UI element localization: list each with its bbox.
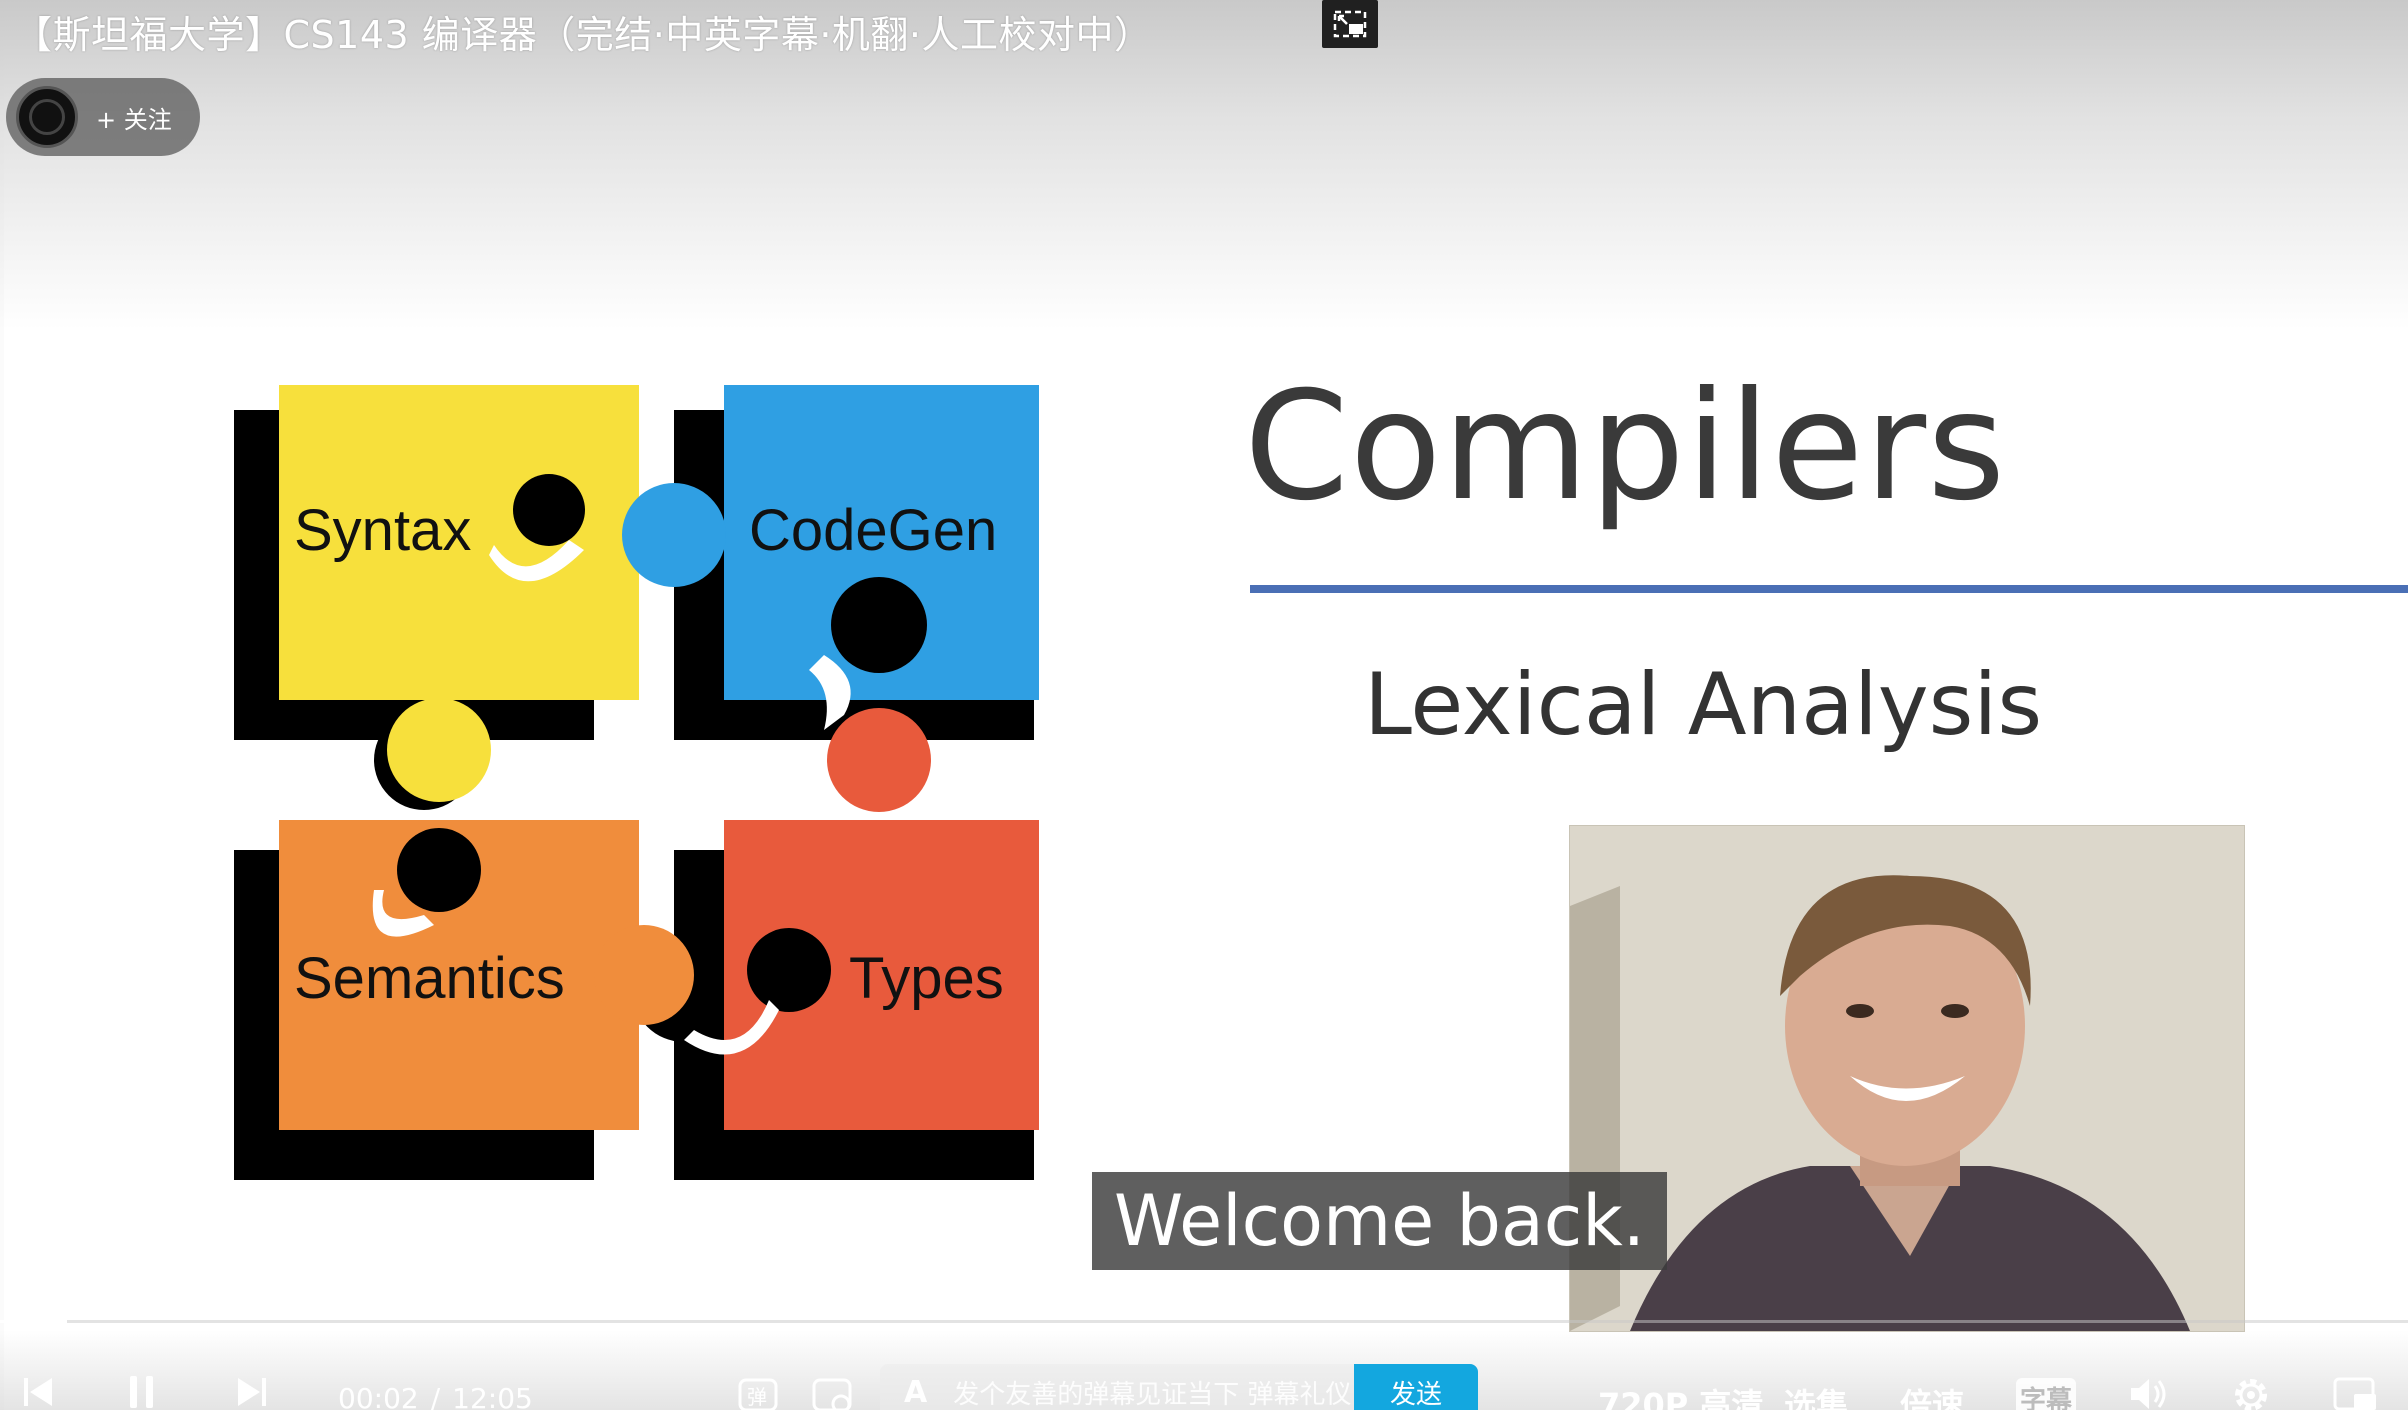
current-time: 00:02 <box>338 1382 419 1410</box>
types-label: Types <box>849 946 1004 1011</box>
danmaku-toggle-button[interactable]: 弹 <box>736 1372 780 1410</box>
episodes-button[interactable]: 选集 <box>1784 1380 1848 1410</box>
svg-text:弹: 弹 <box>747 1385 767 1409</box>
danmaku-input[interactable]: A 发个友善的弹幕见证当下 弹幕礼仪 > <box>880 1364 1382 1410</box>
danmaku-send-button[interactable]: 发送 <box>1354 1364 1478 1410</box>
danmaku-style-icon[interactable]: A <box>904 1375 927 1410</box>
pip-button[interactable] <box>2330 1372 2380 1410</box>
volume-icon <box>2131 1379 2166 1409</box>
speed-button[interactable]: 倍速 <box>1900 1380 1964 1410</box>
time-display: 00:02 / 12:05 <box>338 1382 533 1410</box>
presenter-image <box>1570 826 2244 1331</box>
video-player[interactable]: Syntax CodeGen Semantics Types Compilers… <box>0 0 2408 1410</box>
total-time: 12:05 <box>452 1382 533 1410</box>
video-title: 【斯坦福大学】CS143 编译器（完结·中英字幕·机翻·人工校对中） <box>14 13 1153 57</box>
semantics-label: Semantics <box>294 946 565 1011</box>
follow-label: + 关注 <box>96 105 172 134</box>
quality-button[interactable]: 720P 高清 <box>1598 1380 1763 1410</box>
time-separator: / <box>430 1382 441 1410</box>
progress-fill <box>0 1320 68 1323</box>
syntax-label: Syntax <box>294 498 471 563</box>
webcam-video <box>1569 825 2245 1332</box>
pause-button[interactable] <box>122 1372 162 1410</box>
danmaku-settings-button[interactable] <box>810 1372 854 1410</box>
slide-subheading: Lexical Analysis <box>1364 655 2043 755</box>
danmaku-placeholder: 发个友善的弹幕见证当下 弹幕礼仪 > <box>953 1379 1382 1410</box>
volume-button[interactable] <box>2126 1372 2172 1410</box>
picture-in-picture-icon <box>2333 1377 2376 1410</box>
slide-rule <box>1250 585 2408 593</box>
subtitle-caption: Welcome back. <box>1092 1172 1668 1270</box>
slide-heading: Compilers <box>1244 360 2007 534</box>
codegen-label: CodeGen <box>749 498 997 563</box>
pause-icon <box>130 1376 153 1408</box>
puzzle-graphic: Syntax CodeGen Semantics Types <box>234 385 1039 1180</box>
mini-player-button[interactable] <box>1322 0 1378 48</box>
danmaku-on-icon: 弹 <box>738 1378 778 1410</box>
previous-icon <box>24 1378 52 1406</box>
settings-button[interactable] <box>2228 1372 2274 1410</box>
danmaku-settings-icon <box>812 1378 852 1410</box>
follow-button[interactable]: + 关注 <box>6 78 200 156</box>
next-button[interactable] <box>232 1372 272 1410</box>
next-icon <box>238 1378 266 1406</box>
gear-icon <box>2235 1379 2267 1410</box>
previous-button[interactable] <box>18 1372 58 1410</box>
subtitle-button[interactable]: 字幕 <box>2016 1378 2076 1410</box>
progress-bar[interactable] <box>0 1320 2408 1323</box>
mini-player-icon <box>1333 10 1367 38</box>
uploader-avatar[interactable] <box>16 86 78 148</box>
